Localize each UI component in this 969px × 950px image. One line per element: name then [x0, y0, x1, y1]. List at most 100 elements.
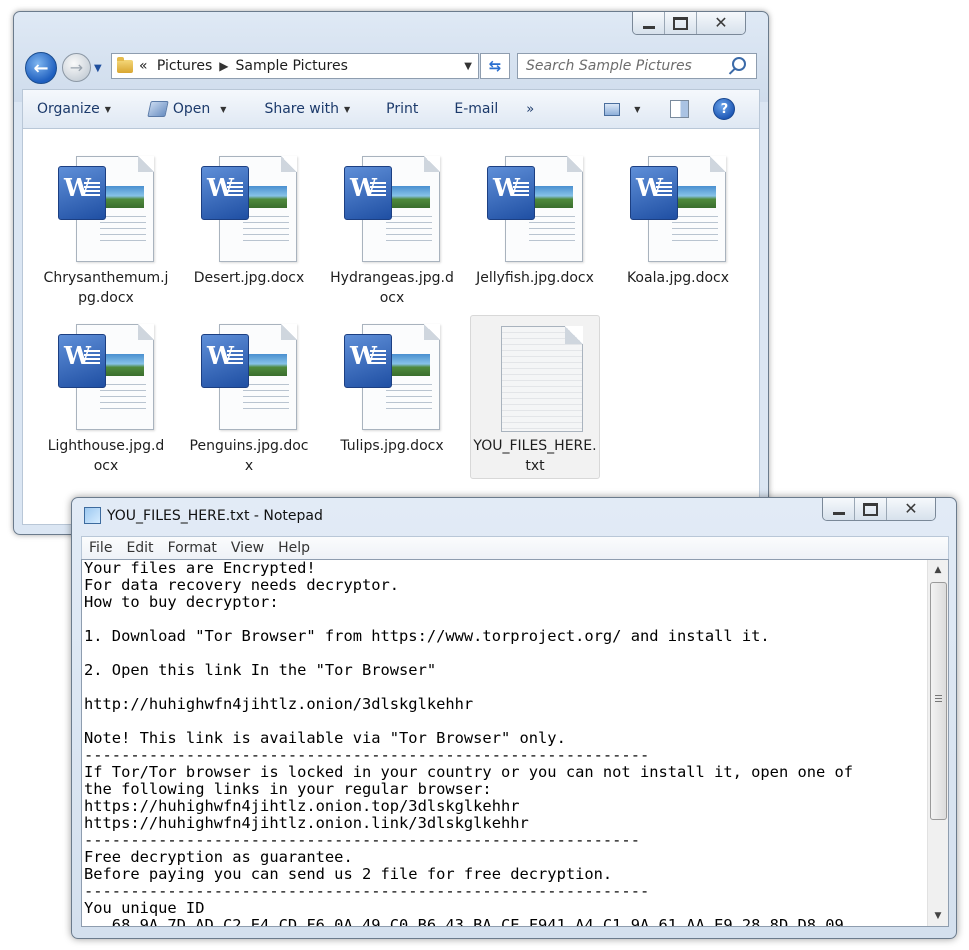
organize-button[interactable]: Organize ▼ [23, 101, 125, 117]
chevron-down-icon: ▼ [634, 104, 641, 114]
word-badge: W [58, 334, 106, 388]
email-button[interactable]: E-mail [432, 101, 512, 117]
breadcrumb-sample-pictures[interactable]: Sample Pictures [236, 58, 348, 74]
notepad-window: YOU_FILES_HERE.txt - Notepad ✕ File Edit… [71, 497, 957, 939]
file-name: Hydrangeas.jpg.d ocx [330, 270, 454, 306]
minimize-icon [642, 25, 655, 29]
maximize-button[interactable] [854, 498, 886, 520]
word-document-icon: W [344, 156, 440, 262]
file-item[interactable]: W Jellyfish.jpg.docx [470, 156, 600, 288]
word-badge: W [58, 166, 106, 220]
text-document-icon [487, 324, 583, 432]
folder-icon [117, 56, 133, 73]
file-item[interactable]: W Tulips.jpg.docx [327, 324, 457, 456]
word-document-icon: W [344, 324, 440, 430]
maximize-icon [863, 502, 878, 516]
file-name: Tulips.jpg.docx [340, 438, 444, 454]
scrollbar-thumb[interactable] [930, 582, 947, 820]
word-badge: W [344, 334, 392, 388]
print-label: Print [386, 101, 419, 117]
file-item[interactable]: W Koala.jpg.docx [613, 156, 743, 288]
word-badge: W [630, 166, 678, 220]
menu-help[interactable]: Help [271, 540, 317, 556]
word-document-icon: W [487, 156, 583, 262]
search-box[interactable]: Search Sample Pictures [517, 53, 757, 79]
scroll-up-icon[interactable]: ▲ [930, 562, 946, 578]
notepad-title-bar: YOU_FILES_HERE.txt - Notepad [84, 507, 323, 524]
menu-file[interactable]: File [82, 540, 119, 556]
file-name: Koala.jpg.docx [626, 270, 730, 286]
address-bar[interactable]: « ▶ Pictures ▶ Sample Pictures ▼ [111, 53, 479, 79]
menu-view[interactable]: View [224, 540, 271, 556]
scroll-down-icon[interactable]: ▼ [930, 908, 946, 924]
breadcrumb-separator-icon[interactable]: ▶ [219, 59, 228, 73]
open-icon [147, 101, 169, 117]
chevron-down-icon: ▼ [94, 63, 102, 74]
close-button[interactable]: ✕ [696, 12, 745, 34]
notepad-menu-bar: File Edit Format View Help [81, 536, 949, 559]
share-with-button[interactable]: Share with ▼ [240, 101, 364, 117]
file-item[interactable]: W Desert.jpg.docx [184, 156, 314, 288]
close-icon: ✕ [904, 499, 918, 518]
back-button[interactable]: ← [25, 52, 57, 84]
email-label: E-mail [454, 101, 499, 117]
word-document-icon: W [630, 156, 726, 262]
minimize-button[interactable] [633, 12, 664, 34]
close-button[interactable]: ✕ [886, 498, 935, 520]
chevron-down-icon: ▼ [220, 104, 227, 114]
menu-format[interactable]: Format [161, 540, 224, 556]
breadcrumb-overflow[interactable]: « [139, 58, 148, 74]
word-badge: W [487, 166, 535, 220]
word-document-icon: W [58, 324, 154, 430]
file-item[interactable]: W Hydrangeas.jpg.d ocx [327, 156, 457, 308]
file-name: Desert.jpg.docx [193, 270, 305, 286]
search-icon[interactable] [732, 57, 746, 71]
help-icon: ? [720, 101, 729, 117]
search-input[interactable]: Search Sample Pictures [518, 58, 732, 74]
refresh-icon: ⇆ [488, 57, 502, 75]
notepad-text-area[interactable]: Your files are Encrypted! For data recov… [81, 559, 949, 927]
change-view-button[interactable]: ▼ [604, 102, 641, 116]
file-name: Penguins.jpg.doc x [189, 438, 309, 474]
preview-pane-button[interactable] [670, 100, 690, 118]
notepad-icon [84, 507, 101, 524]
help-button[interactable]: ? [713, 98, 736, 120]
file-item[interactable]: W Chrysanthemum.j pg.docx [41, 156, 171, 308]
file-name: Chrysanthemum.j pg.docx [43, 270, 169, 306]
forward-button[interactable]: → [62, 53, 91, 82]
command-bar: Organize ▼ Open ▼ Share with ▼ Print E-mail… [22, 89, 760, 129]
file-name: Jellyfish.jpg.docx [476, 270, 594, 286]
ransom-note-text[interactable]: Your files are Encrypted! For data recov… [84, 560, 926, 926]
word-badge: W [201, 166, 249, 220]
explorer-window: ✕ ← → ▼ « ▶ Pictures ▶ Sample Pictures ▼… [13, 11, 769, 535]
refresh-button[interactable]: ⇆ [480, 53, 510, 79]
organize-label: Organize [37, 101, 100, 117]
maximize-button[interactable] [664, 12, 696, 34]
recent-pages-button[interactable]: ▼ [94, 63, 102, 74]
file-item-selected[interactable]: YOU_FILES_HERE. txt [470, 315, 600, 479]
file-name: YOU_FILES_HERE. txt [473, 438, 597, 474]
view-icon [604, 102, 621, 116]
minimize-icon [832, 511, 845, 515]
breadcrumb-pictures[interactable]: Pictures [157, 58, 212, 74]
file-item[interactable]: W Lighthouse.jpg.d ocx [41, 324, 171, 476]
vertical-scrollbar[interactable]: ▲ ▼ [927, 560, 948, 926]
arrow-right-icon: → [69, 58, 84, 77]
address-dropdown-icon[interactable]: ▼ [464, 61, 472, 72]
notepad-window-controls: ✕ [822, 498, 936, 521]
word-document-icon: W [201, 324, 297, 430]
close-icon: ✕ [714, 13, 728, 32]
print-button[interactable]: Print [364, 101, 432, 117]
arrow-left-icon: ← [33, 57, 49, 79]
minimize-button[interactable] [823, 498, 854, 520]
grip-icon [935, 695, 942, 704]
open-label: Open [172, 101, 211, 117]
more-commands-button[interactable]: » [512, 102, 548, 117]
explorer-window-controls: ✕ [632, 12, 746, 35]
chevron-down-icon: ▼ [344, 104, 351, 114]
open-button[interactable]: Open ▼ [125, 101, 241, 117]
file-item[interactable]: W Penguins.jpg.doc x [184, 324, 314, 476]
word-badge: W [201, 334, 249, 388]
menu-edit[interactable]: Edit [119, 540, 160, 556]
word-badge: W [344, 166, 392, 220]
